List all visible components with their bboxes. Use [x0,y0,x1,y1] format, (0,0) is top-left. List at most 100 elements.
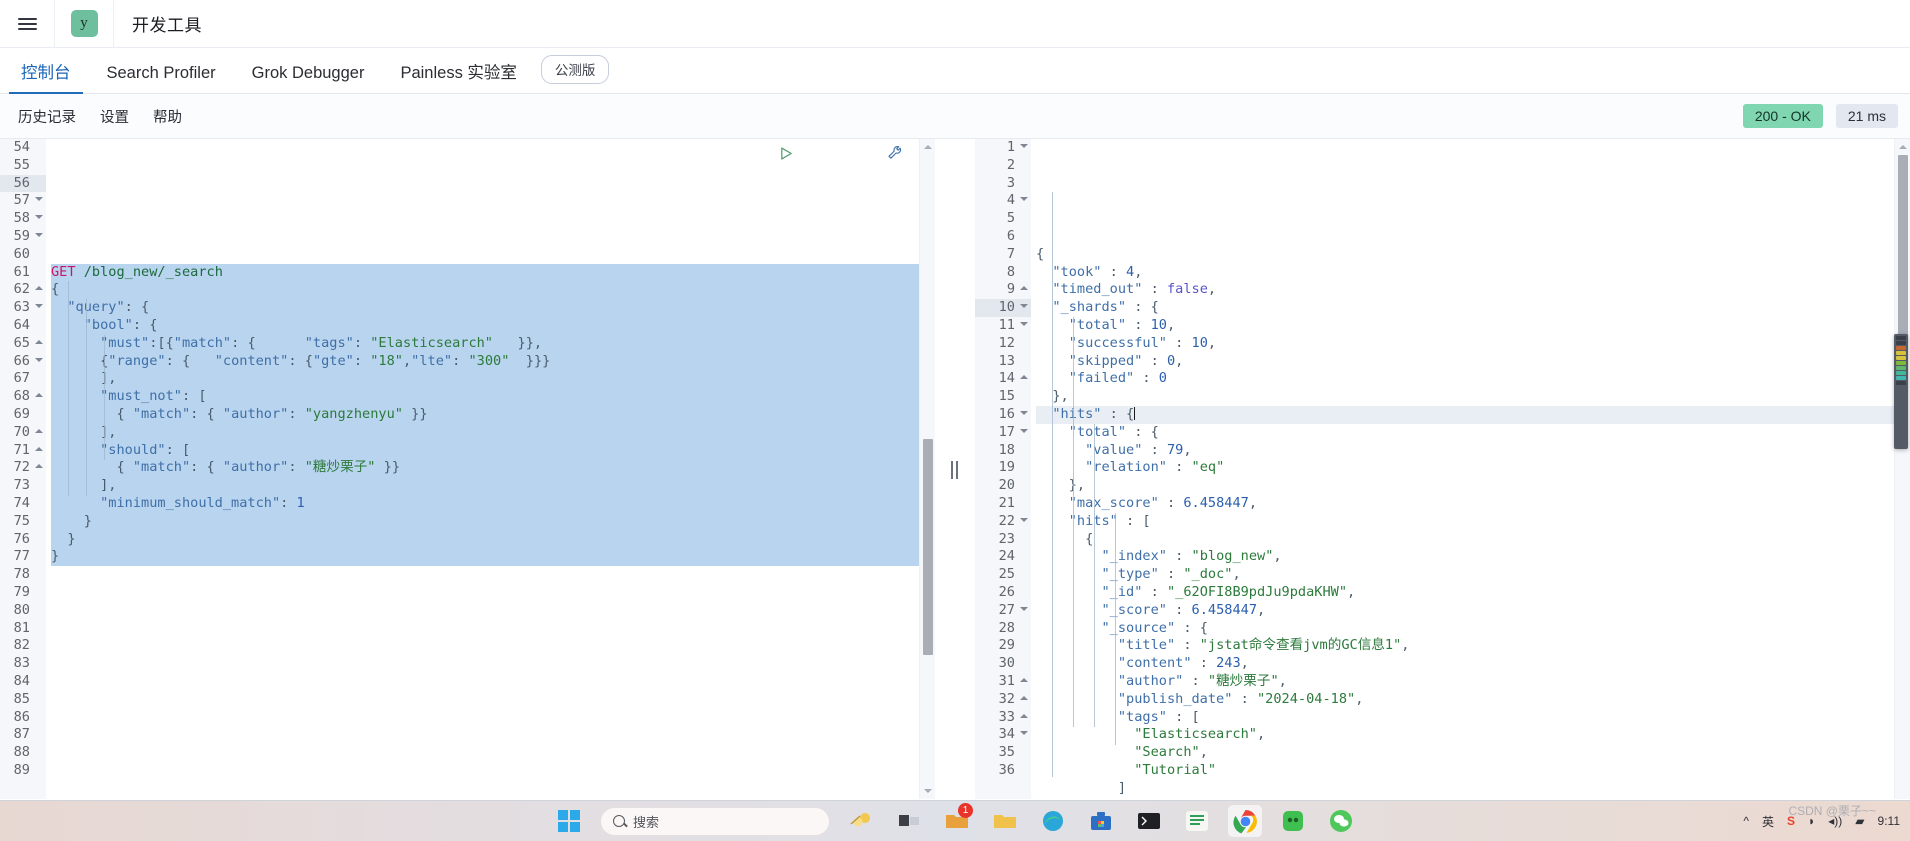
ime-icon[interactable]: 英 [1762,813,1774,830]
code-line[interactable]: "value" : 79, [1036,442,1910,460]
code-line[interactable]: "must_not": [ [51,388,935,406]
code-line[interactable] [51,637,935,655]
fold-up-icon[interactable] [35,286,43,291]
code-line[interactable]: "should": [ [51,441,935,460]
code-line[interactable] [51,655,935,673]
splitter-grip-icon[interactable] [948,459,961,481]
code-line[interactable]: ] [1036,780,1910,798]
app-logo[interactable]: y [55,0,113,48]
subnav-history[interactable]: 历史记录 [6,106,88,127]
code-line[interactable] [51,566,935,584]
request-code[interactable]: GET /blog_new/_search{ "query": { "bool"… [46,139,935,799]
code-line[interactable]: }, [1036,388,1910,406]
code-line[interactable]: "timed_out" : false, [1036,281,1910,299]
app-chrome[interactable] [1228,805,1262,837]
response-pane[interactable]: 1 2 3 4 5 6 7 8 9 10 11 12 13 14 15 16 17 18 19 20 21 22 23 24 2… [975,139,1910,799]
code-line[interactable]: "skipped" : 0, [1036,353,1910,371]
code-line[interactable]: { "match": { "author": "糖炒栗子" }} [51,459,935,478]
fold-up-icon[interactable] [1020,375,1028,380]
code-line[interactable]: { [1036,531,1910,549]
fold-up-icon[interactable] [35,428,43,433]
code-line[interactable]: "author" : "糖炒栗子", [1036,673,1910,691]
code-line[interactable]: } [1036,797,1910,799]
code-line[interactable]: { "match": { "author": "yangzhenyu" }} [51,405,935,424]
code-line[interactable]: } [51,548,935,567]
code-line[interactable]: "Tutorial" [1036,762,1910,780]
tab-console[interactable]: 控制台 [3,64,89,94]
tab-grok-debugger[interactable]: Grok Debugger [234,64,383,94]
code-line[interactable]: "took" : 4, [1036,264,1910,282]
code-line[interactable]: "max_score" : 6.458447, [1036,495,1910,513]
scroll-thumb[interactable] [923,439,933,655]
code-line[interactable]: "total" : 10, [1036,317,1910,335]
hamburger-menu-icon[interactable] [0,0,54,48]
code-line[interactable]: "_score" : 6.458447, [1036,602,1910,620]
fold-down-icon[interactable] [35,232,43,237]
code-line[interactable]: "tags" : [ [1036,709,1910,727]
code-line[interactable]: "_index" : "blog_new", [1036,548,1910,566]
response-code[interactable]: { "took" : 4, "timed_out" : false, "_sha… [1031,139,1910,799]
fold-up-icon[interactable] [35,339,43,344]
code-line[interactable]: "bool": { [51,316,935,335]
app-terminal[interactable] [1132,805,1166,837]
code-line[interactable] [51,602,935,620]
fold-up-icon[interactable] [35,446,43,451]
code-line[interactable]: }, [1036,477,1910,495]
code-line[interactable] [51,584,935,602]
start-button[interactable] [552,805,586,837]
code-line[interactable]: ], [51,370,935,389]
subnav-settings[interactable]: 设置 [88,106,141,127]
request-editor[interactable]: 54 55 56 57 58 59 60 61 62 63 64 65 66 67 68 69 70 71 72 73… [0,139,935,799]
code-line[interactable] [51,726,935,744]
fold-down-icon[interactable] [35,197,43,202]
response-scrollbar[interactable] [1894,139,1910,799]
code-line[interactable]: ], [51,477,935,495]
taskbar-search[interactable]: 搜索 [600,806,830,836]
fold-up-icon[interactable] [1020,677,1028,682]
code-line[interactable]: { [51,281,935,300]
fold-down-icon[interactable] [1020,321,1028,326]
code-line[interactable] [51,246,935,264]
app-store[interactable] [1084,805,1118,837]
scroll-down-icon[interactable] [920,784,935,798]
app-evernote[interactable] [1276,805,1310,837]
fold-up-icon[interactable] [1020,695,1028,700]
app-edge[interactable] [1036,805,1070,837]
subnav-help[interactable]: 帮助 [141,106,194,127]
code-line[interactable] [51,709,935,727]
code-line[interactable] [51,762,935,780]
fold-down-icon[interactable] [35,215,43,220]
fold-down-icon[interactable] [1020,144,1028,148]
sogou-icon[interactable]: S [1787,814,1795,828]
code-line[interactable]: "Elasticsearch", [1036,726,1910,744]
code-line[interactable]: "content" : 243, [1036,655,1910,673]
wrench-icon[interactable] [805,145,903,161]
code-line[interactable]: "_id" : "_62OFI8B9pdJu9pdaKHW", [1036,584,1910,602]
code-line[interactable]: } [51,512,935,531]
code-line[interactable]: } [51,530,935,549]
code-line[interactable]: ], [51,423,935,442]
code-line[interactable]: "successful" : 10, [1036,335,1910,353]
app-editor[interactable] [1180,805,1214,837]
code-line[interactable] [51,744,935,762]
fold-down-icon[interactable] [1020,428,1028,433]
fold-down-icon[interactable] [1020,410,1028,415]
request-editor-pane[interactable]: 54 55 56 57 58 59 60 61 62 63 64 65 66 67 68 69 70 71 72 73… [0,139,935,799]
code-line[interactable]: "_source" : { [1036,620,1910,638]
pane-splitter[interactable] [935,139,975,799]
fold-down-icon[interactable] [1020,304,1028,309]
code-line[interactable]: "Search", [1036,744,1910,762]
volume-icon[interactable]: ◂)) [1828,814,1842,828]
code-line[interactable] [51,691,935,709]
code-line[interactable]: {"range": { "content": {"gte": "18","lte… [51,352,935,371]
code-line[interactable]: GET /blog_new/_search [51,263,935,282]
code-line[interactable]: "failed" : 0 [1036,370,1910,388]
code-line[interactable]: "publish_date" : "2024-04-18", [1036,691,1910,709]
code-line[interactable] [51,780,935,798]
fold-down-icon[interactable] [35,304,43,309]
app-files[interactable] [988,805,1022,837]
play-icon[interactable] [697,146,794,161]
request-scrollbar[interactable] [919,139,935,799]
task-view-button[interactable] [892,805,926,837]
app-wechat[interactable] [1324,805,1358,837]
